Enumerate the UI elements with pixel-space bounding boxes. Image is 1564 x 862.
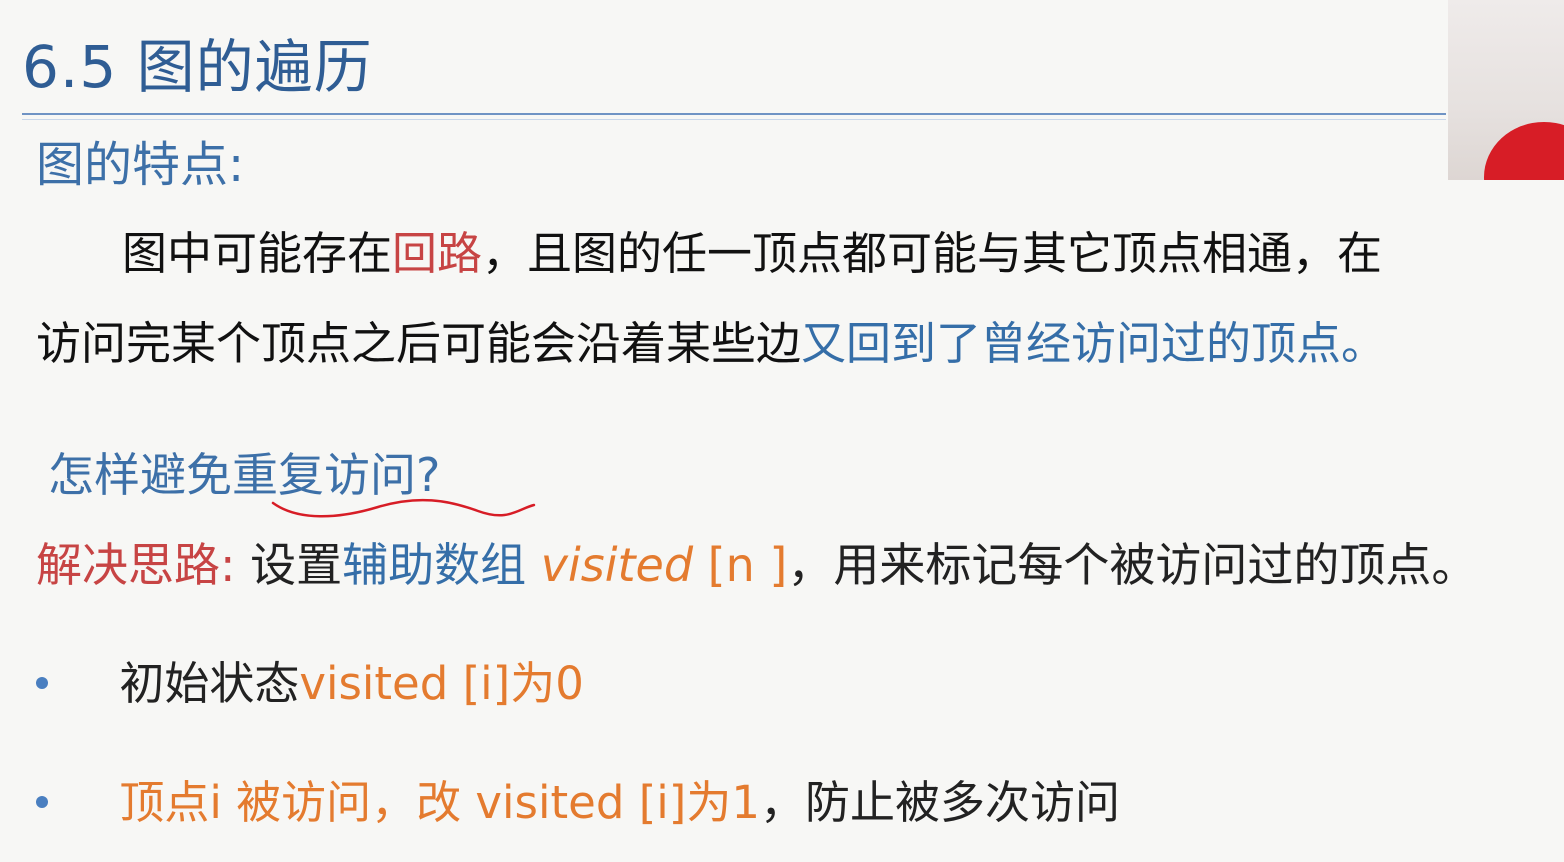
presenter-shape bbox=[1484, 122, 1564, 180]
solution-text-rest: ，用来标记每个被访问过的顶点。 bbox=[787, 538, 1478, 592]
underline-stroke bbox=[271, 498, 536, 518]
bullet-2-part-2: ，防止被多次访问 bbox=[759, 776, 1120, 829]
solution-label: 解决思路: bbox=[36, 538, 236, 592]
title-divider bbox=[22, 113, 1446, 115]
bullet-2-part-1: 顶点i 被访问，改 visited [i]为1 bbox=[119, 776, 760, 829]
bullet-item: 初始状态visited [i]为0 bbox=[36, 656, 584, 712]
solution-visited-name: visited bbox=[540, 538, 694, 592]
solution-line: 解决思路: 设置辅助数组 visited [n ]，用来标记每个被访问过的顶点。 bbox=[36, 536, 1477, 594]
handwritten-underline bbox=[271, 498, 536, 518]
webcam-overlay bbox=[1448, 0, 1564, 180]
feature-line-1-part-1: 图中可能存在 bbox=[122, 227, 393, 280]
slide-title: 6.5 图的遍历 bbox=[22, 33, 373, 101]
feature-line-2: 访问完某个顶点之后可能会沿着某些边又回到了曾经访问过的顶点。 bbox=[36, 316, 1386, 372]
solution-aux-array: 辅助数组 bbox=[342, 538, 527, 592]
solution-space bbox=[526, 538, 541, 592]
bullet-item: 顶点i 被访问，改 visited [i]为1，防止被多次访问 bbox=[36, 775, 1120, 831]
feature-highlight-loop: 回路 bbox=[392, 227, 483, 280]
feature-highlight-return: 又回到了曾经访问过的顶点。 bbox=[801, 317, 1387, 370]
feature-line-1: 图中可能存在回路，且图的任一顶点都可能与其它顶点相通，在 bbox=[122, 226, 1382, 282]
feature-line-1-part-3: ，且图的任一顶点都可能与其它顶点相通，在 bbox=[482, 227, 1383, 280]
solution-text-setup: 设置 bbox=[235, 538, 343, 592]
bullet-dot-icon bbox=[36, 796, 48, 808]
feature-heading: 图的特点: bbox=[36, 137, 245, 193]
bullet-dot-icon bbox=[36, 677, 48, 689]
feature-line-2-part-1: 访问完某个顶点之后可能会沿着某些边 bbox=[36, 317, 802, 370]
bullet-text: 初始状态visited [i]为0 bbox=[119, 656, 584, 712]
bullet-text: 顶点i 被访问，改 visited [i]为1，防止被多次访问 bbox=[119, 775, 1120, 831]
solution-visited-index: [n ] bbox=[693, 538, 788, 592]
bullet-1-part-2: visited [i]为0 bbox=[299, 657, 584, 710]
bullet-1-part-1: 初始状态 bbox=[119, 657, 300, 710]
title-divider-light bbox=[22, 119, 1446, 120]
